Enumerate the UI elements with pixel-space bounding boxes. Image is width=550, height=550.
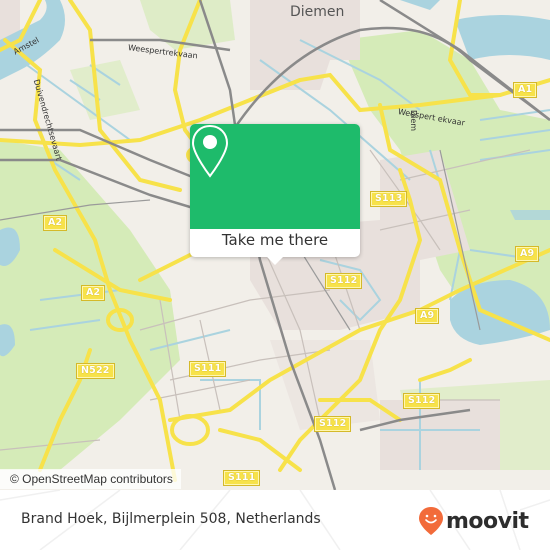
road-shield-n522: N522 bbox=[76, 363, 115, 379]
location-address: Brand Hoek, Bijlmerplein 508, Netherland… bbox=[21, 511, 321, 527]
map-pin-icon bbox=[191, 124, 229, 178]
map-canvas[interactable]: Diemen Weespertrekvaan Amstel Duivendrec… bbox=[0, 0, 550, 490]
take-me-there-popup[interactable]: Take me there bbox=[190, 124, 360, 265]
moovit-logo[interactable]: moovit bbox=[418, 506, 529, 536]
moovit-pin-icon bbox=[419, 507, 443, 535]
road-shield-a1: A1 bbox=[512, 82, 538, 98]
road-shield-a2: A2 bbox=[42, 215, 68, 231]
road-shield-s113: S113 bbox=[369, 191, 408, 207]
moovit-logo-text: moovit bbox=[446, 508, 529, 534]
road-shield-s111: S111 bbox=[188, 361, 227, 377]
road-shield-s112: S112 bbox=[324, 273, 363, 289]
place-label-diemen: Diemen bbox=[290, 4, 345, 20]
take-me-there-button[interactable]: Take me there bbox=[190, 231, 360, 249]
road-shield-a9: A9 bbox=[414, 308, 440, 324]
footer-bar: Brand Hoek, Bijlmerplein 508, Netherland… bbox=[0, 490, 550, 550]
road-shield-a2: A2 bbox=[80, 285, 106, 301]
road-shield-s112: S112 bbox=[402, 393, 441, 409]
road-shield-s111: S111 bbox=[222, 470, 261, 486]
popup-header[interactable] bbox=[190, 124, 360, 229]
popup-pointer bbox=[266, 256, 284, 265]
road-shield-s112: S112 bbox=[313, 416, 352, 432]
road-shield-a9: A9 bbox=[514, 246, 540, 262]
map-attribution[interactable]: © OpenStreetMap contributors bbox=[0, 469, 181, 489]
